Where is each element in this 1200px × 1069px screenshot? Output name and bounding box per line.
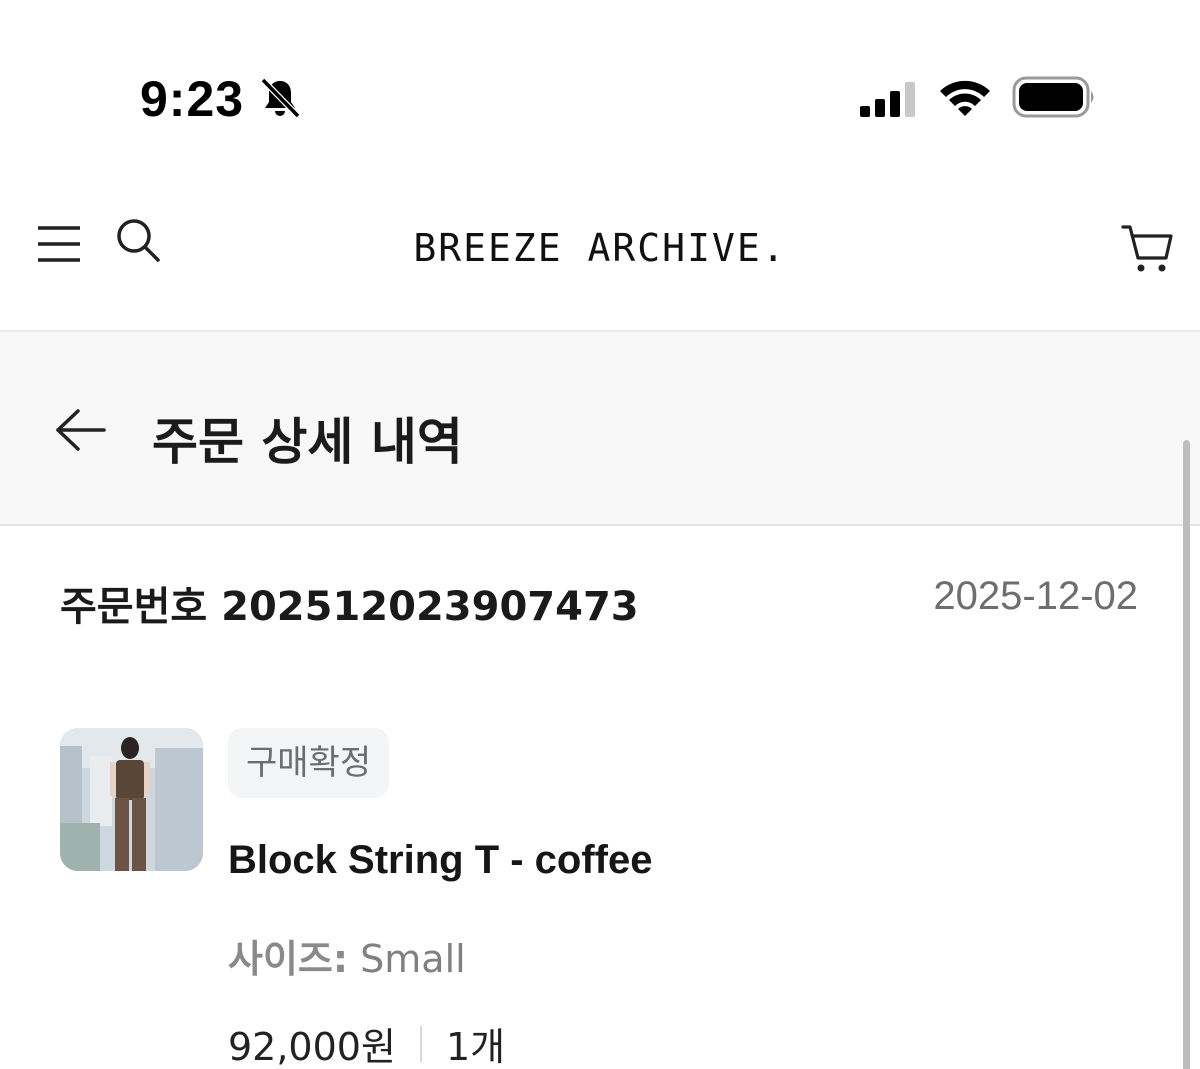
order-info: 주문번호 202512023907473 2025-12-02 구매확정 Blo…	[0, 526, 1200, 1069]
app-header: BREEZE ARCHIVE.	[0, 170, 1200, 332]
cellular-signal-icon	[860, 82, 915, 117]
battery-icon	[1012, 76, 1094, 118]
arrow-left-icon[interactable]	[54, 408, 108, 452]
product-quantity: 1개	[445, 1025, 506, 1069]
brand-logo[interactable]: BREEZE ARCHIVE.	[0, 226, 1200, 270]
order-date: 2025-12-02	[933, 574, 1138, 618]
status-time: 9:23	[140, 71, 245, 127]
wifi-icon	[940, 80, 990, 116]
product-price: 92,000원	[228, 1025, 396, 1069]
product-photo	[60, 728, 203, 871]
divider	[419, 1025, 422, 1062]
scrollbar[interactable]	[1183, 440, 1190, 1069]
status-badge: 구매확정	[228, 728, 390, 798]
status-bar: 9:23	[0, 0, 1200, 170]
title-bar: 주문 상세 내역	[0, 332, 1200, 526]
order-number: 주문번호 202512023907473	[60, 584, 639, 630]
product-name[interactable]: Block String T - coffee	[228, 838, 653, 883]
option-label: 사이즈:	[228, 937, 349, 981]
page-title: 주문 상세 내역	[152, 413, 463, 471]
bell-slash-icon	[260, 77, 301, 119]
order-detail-screen: 9:23 BREEZE ARCHIVE. 주문 상세 내역 주문번호 20251…	[0, 0, 1200, 1069]
price-quantity-row: 92,000원 1개	[228, 1016, 505, 1069]
cart-icon[interactable]	[1120, 222, 1174, 276]
option-value: Small	[348, 937, 466, 981]
product-thumbnail[interactable]	[60, 728, 203, 871]
product-option: 사이즈: Small	[228, 928, 466, 983]
